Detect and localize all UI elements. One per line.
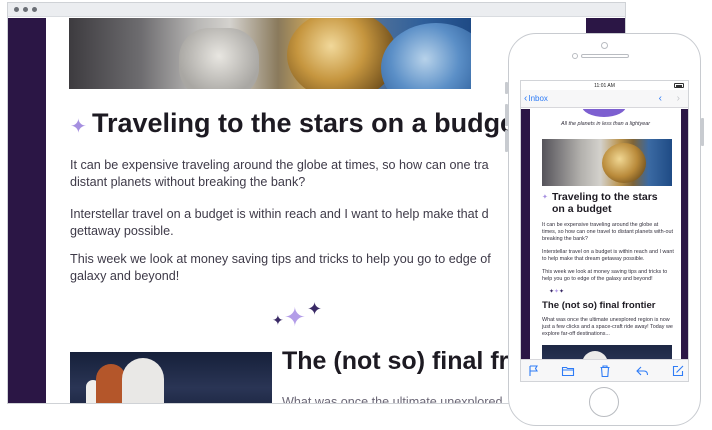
window-control-dot[interactable]	[32, 7, 37, 12]
sparkle-divider: ✦ ✦ ✦	[272, 299, 332, 335]
folder-icon[interactable]	[561, 364, 575, 378]
sparkle-icon: ✦	[272, 313, 284, 329]
article-title: Traveling to the stars on a budget	[92, 108, 525, 138]
astronaut-hero-image	[69, 18, 471, 89]
mobile-email-body: All the planets in less than a lightyear…	[530, 109, 681, 361]
mail-toolbar	[521, 359, 688, 381]
article-paragraph: This week we look at money saving tips a…	[70, 252, 491, 283]
flag-icon[interactable]	[527, 364, 541, 378]
back-label: Inbox	[528, 94, 548, 103]
phone-sensor	[572, 53, 578, 59]
astronaut-glove	[179, 28, 259, 89]
phone-speaker	[581, 54, 629, 58]
mail-nav-bar: ‹Inbox ‹ ›	[521, 90, 688, 108]
sparkle-icon: ✦	[559, 288, 565, 295]
status-bar: 11:01 AM	[521, 81, 688, 90]
trash-icon[interactable]	[598, 364, 612, 378]
home-button[interactable]	[589, 387, 619, 417]
shuttle-orbiter	[122, 358, 164, 403]
article-paragraph: Interstellar travel on a budget is withi…	[70, 207, 489, 238]
email-body: ✦ Traveling to the stars on a budget It …	[46, 18, 586, 404]
battery-icon	[674, 83, 684, 88]
mobile-tagline: All the planets in less than a lightyear	[561, 121, 650, 127]
browser-titlebar	[8, 3, 625, 17]
space-shuttle-image	[70, 352, 272, 403]
article-paragraph: It can be expensive traveling around the…	[70, 158, 489, 189]
mobile-paragraph: It can be expensive traveling around the…	[542, 222, 673, 242]
sparkle-icon: ✦	[70, 114, 87, 138]
reply-icon[interactable]	[635, 364, 649, 378]
status-time: 11:01 AM	[594, 83, 615, 89]
chevron-down-icon[interactable]: ›	[677, 93, 680, 104]
chevron-up-icon[interactable]: ‹	[659, 93, 662, 104]
sparkle-icon: ✦	[542, 193, 548, 201]
astronaut-visor	[602, 143, 646, 183]
astronaut-visor	[287, 18, 397, 89]
phone-power-button	[701, 118, 704, 146]
mobile-article-title: Traveling to the stars on a budget	[552, 191, 658, 215]
section-text: What was once the ultimate unexplored	[282, 395, 503, 404]
sparkle-icon: ✦	[284, 303, 306, 333]
mobile-astronaut-image	[542, 139, 672, 186]
chevron-left-icon: ‹	[524, 93, 528, 104]
section-title: The (not so) final fro	[282, 347, 524, 375]
phone-device: 11:01 AM ‹Inbox ‹ › All the planets in l…	[508, 33, 701, 426]
sparkle-icon: ✦	[307, 299, 323, 320]
mobile-section-text: What was once the ultimate unexplored re…	[542, 317, 673, 337]
mobile-paragraph: Interstellar travel on a budget is withi…	[542, 249, 674, 262]
mobile-section-title: The (not so) final frontier	[542, 300, 656, 311]
phone-screen: 11:01 AM ‹Inbox ‹ › All the planets in l…	[520, 80, 689, 382]
mobile-email-content[interactable]: All the planets in less than a lightyear…	[521, 109, 688, 361]
phone-camera	[601, 42, 608, 49]
back-button[interactable]: ‹Inbox	[524, 93, 548, 104]
earth-horizon	[381, 23, 471, 89]
compose-icon[interactable]	[671, 364, 685, 378]
window-control-dot[interactable]	[23, 7, 28, 12]
mobile-paragraph: This week we look at money saving tips a…	[542, 269, 668, 282]
brand-logo	[582, 109, 626, 117]
mobile-sparkle-divider: ✦ ✦ ✦	[549, 288, 569, 296]
window-control-dot[interactable]	[14, 7, 19, 12]
